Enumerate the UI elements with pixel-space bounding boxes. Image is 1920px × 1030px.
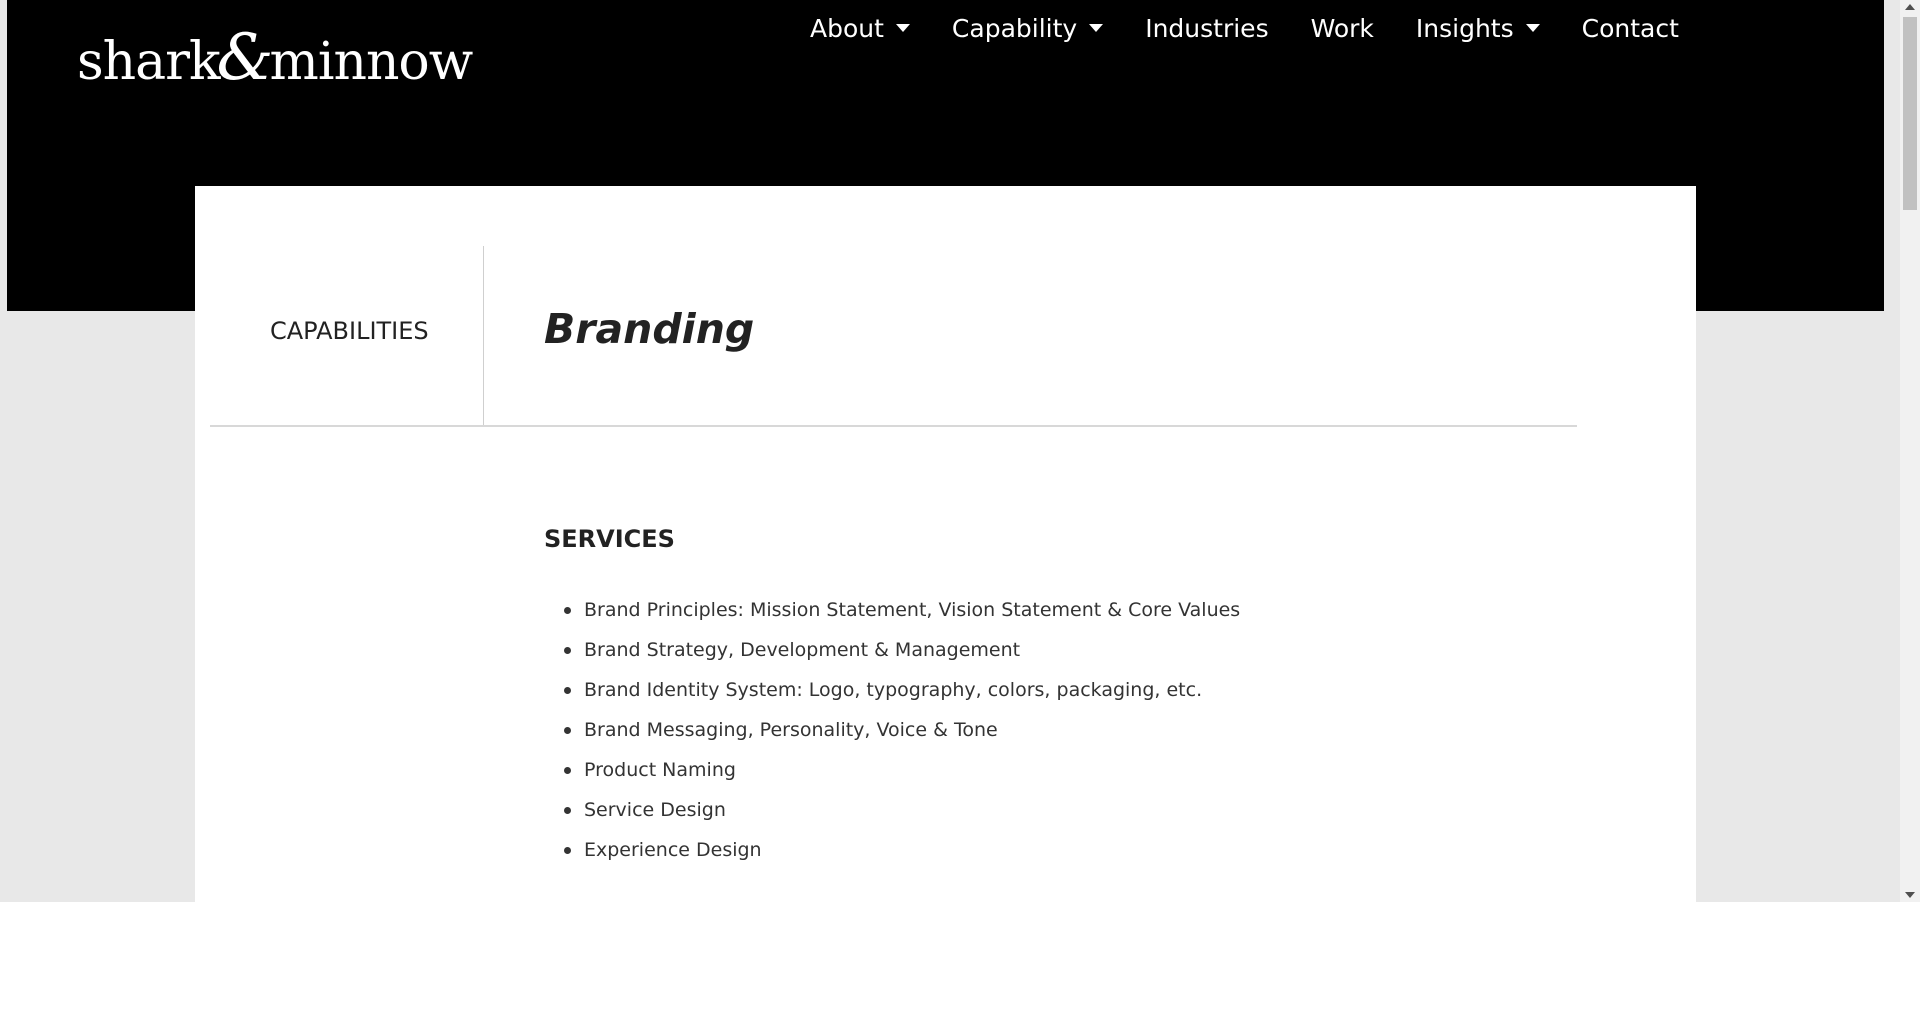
page-title: Branding	[544, 305, 755, 353]
logo-ampersand: &	[216, 21, 274, 95]
service-item: Brand Strategy, Development & Management	[563, 630, 1240, 670]
nav-item-industries[interactable]: Industries	[1145, 14, 1268, 43]
nav-label-work: Work	[1310, 13, 1374, 43]
nav-item-insights[interactable]: Insights	[1416, 14, 1540, 43]
vertical-divider	[483, 246, 484, 426]
nav-label-contact: Contact	[1581, 13, 1679, 43]
horizontal-divider	[210, 425, 1577, 427]
browser-viewport: shark&minnow About Capability Industries…	[0, 0, 1920, 902]
caret-down-icon	[1089, 24, 1104, 32]
vertical-scrollbar[interactable]	[1900, 0, 1920, 902]
service-item: Experience Design	[563, 830, 1240, 870]
service-item: Service Design	[563, 790, 1240, 830]
content-card: CAPABILITIES Branding SERVICES Brand Pri…	[195, 186, 1696, 902]
nav-item-contact[interactable]: Contact	[1582, 14, 1679, 43]
nav-item-work[interactable]: Work	[1311, 14, 1374, 43]
section-label: CAPABILITIES	[270, 317, 429, 345]
scrollbar-thumb[interactable]	[1903, 17, 1917, 210]
nav-label-about: About	[810, 13, 884, 43]
main-nav: About Capability Industries Work Insight…	[810, 10, 1679, 46]
logo-text-shark: shark	[77, 32, 221, 92]
service-item: Brand Messaging, Personality, Voice & To…	[563, 710, 1240, 750]
caret-down-icon	[895, 24, 910, 32]
services-heading: SERVICES	[544, 525, 675, 553]
caret-down-icon	[1525, 24, 1540, 32]
site-logo[interactable]: shark&minnow	[77, 26, 474, 92]
scroll-up-arrow-icon[interactable]	[1905, 4, 1915, 10]
service-item: Brand Principles: Mission Statement, Vis…	[563, 590, 1240, 630]
nav-item-capability[interactable]: Capability	[951, 13, 1104, 43]
blank-area	[0, 902, 1920, 1030]
nav-item-about[interactable]: About	[810, 14, 910, 43]
services-list: Brand Principles: Mission Statement, Vis…	[544, 590, 1240, 870]
scroll-down-arrow-icon[interactable]	[1905, 892, 1915, 898]
logo-text-minnow: minnow	[269, 32, 474, 92]
service-item: Product Naming	[563, 750, 1240, 790]
nav-label-industries: Industries	[1145, 13, 1269, 43]
nav-label-capability: Capability	[951, 13, 1078, 43]
nav-label-insights: Insights	[1415, 13, 1514, 43]
service-item: Brand Identity System: Logo, typography,…	[563, 670, 1240, 710]
